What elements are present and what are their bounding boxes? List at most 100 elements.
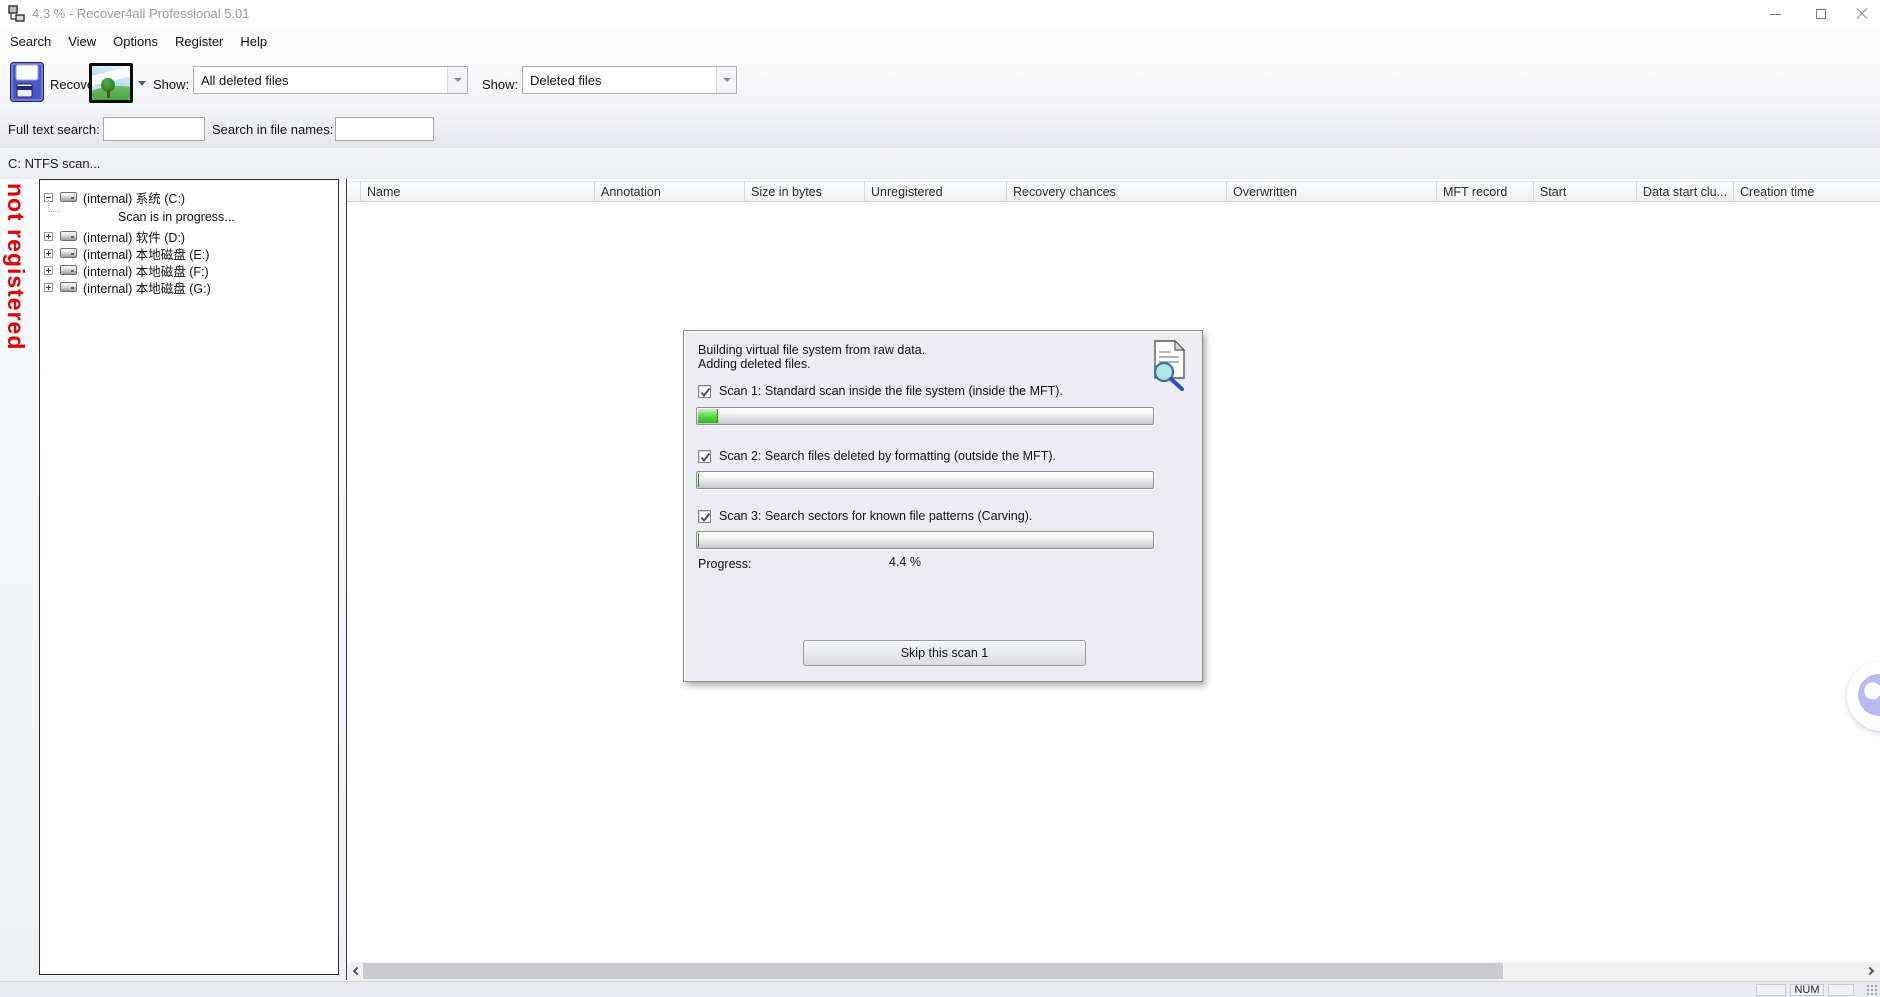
- status-panel: [1756, 984, 1786, 996]
- scan1-checkbox[interactable]: [698, 385, 711, 398]
- scan3-checkbox[interactable]: [698, 510, 711, 523]
- tree-item-scan-progress: Scan is in progress...: [118, 210, 235, 224]
- menu-view[interactable]: View: [68, 34, 96, 49]
- column-header-unregistered[interactable]: Unregistered: [865, 182, 1007, 201]
- column-header-mft-record[interactable]: MFT record: [1437, 182, 1534, 201]
- fulltext-search-input[interactable]: [103, 117, 205, 141]
- column-header-size[interactable]: Size in bytes: [745, 182, 865, 201]
- maximize-icon: [1816, 9, 1826, 19]
- num-lock-indicator: NUM: [1790, 984, 1824, 996]
- column-header-name[interactable]: Name: [361, 182, 595, 201]
- scan1-progress-fill: [698, 409, 718, 423]
- expand-icon[interactable]: [44, 266, 53, 275]
- app-icon: [8, 5, 26, 22]
- tree-item-drive-e[interactable]: (internal) 本地磁盘 (E:): [40, 244, 209, 262]
- scan3-label: Scan 3: Search sectors for known file pa…: [719, 509, 1032, 523]
- scan1-label: Scan 1: Standard scan inside the file sy…: [719, 384, 1063, 398]
- picture-tree-trunk: [107, 90, 110, 98]
- dialog-message-line2: Adding deleted files.: [698, 357, 811, 371]
- show-filter-dropdown-button[interactable]: [447, 67, 467, 93]
- expand-icon[interactable]: [44, 249, 53, 258]
- scan-progress-dialog: Building virtual file system from raw da…: [683, 330, 1203, 682]
- scan-status-text: C: NTFS scan...: [8, 156, 100, 171]
- show-type-label: Show:: [482, 77, 518, 92]
- column-header-creation-time[interactable]: Creation time: [1734, 182, 1880, 201]
- drive-icon: [60, 231, 77, 241]
- scan2-progress-bar: [696, 471, 1154, 489]
- menu-options[interactable]: Options: [113, 34, 158, 49]
- tree-item-drive-d[interactable]: (internal) 软件 (D:): [40, 227, 185, 245]
- minimize-icon: [1770, 14, 1781, 15]
- column-header-recovery-chances[interactable]: Recovery chances: [1007, 182, 1227, 201]
- column-header-select[interactable]: [347, 182, 361, 201]
- check-icon: [700, 387, 711, 398]
- status-bar: NUM: [0, 981, 1880, 997]
- column-header-annotation[interactable]: Annotation: [595, 182, 745, 201]
- filenames-search-input[interactable]: [335, 117, 434, 141]
- file-table-header: Name Annotation Size in bytes Unregister…: [347, 181, 1880, 202]
- skip-scan-button[interactable]: Skip this scan 1: [803, 640, 1086, 666]
- menu-search[interactable]: Search: [10, 34, 51, 49]
- column-header-overwritten[interactable]: Overwritten: [1227, 182, 1437, 201]
- check-icon: [700, 512, 711, 523]
- fulltext-search-label: Full text search:: [8, 122, 100, 137]
- check-icon: [700, 452, 711, 463]
- drive-icon: [60, 248, 77, 258]
- show-type-combobox[interactable]: Deleted files: [522, 66, 737, 94]
- column-header-data-start-cluster[interactable]: Data start clu...: [1637, 182, 1734, 201]
- filenames-search-label: Search in file names:: [212, 122, 333, 137]
- scan1-progress-bar: [696, 407, 1154, 425]
- chevron-down-icon: [723, 78, 731, 82]
- maximize-button[interactable]: [1798, 0, 1844, 28]
- tree-connector: [48, 200, 60, 212]
- recover-button[interactable]: [10, 62, 44, 102]
- tree-item-drive-c[interactable]: (internal) 系统 (C:): [40, 188, 185, 206]
- resize-grip[interactable]: [1866, 984, 1878, 996]
- drive-icon: [60, 265, 77, 275]
- scan-status-band: C: NTFS scan...: [0, 148, 1880, 179]
- show-filter-label: Show:: [153, 77, 189, 92]
- chevron-left-icon: [353, 967, 361, 975]
- menu-register[interactable]: Register: [175, 34, 223, 49]
- tree-item-label: (internal) 本地磁盘 (G:): [83, 278, 211, 297]
- dialog-message-line1: Building virtual file system from raw da…: [698, 343, 925, 357]
- not-registered-notice: not registered: [2, 183, 29, 350]
- chevron-down-icon: [454, 78, 462, 82]
- scrollbar-thumb[interactable]: [363, 963, 1503, 979]
- expand-icon[interactable]: [44, 232, 53, 241]
- close-button[interactable]: [1844, 0, 1880, 28]
- file-search-icon: [1151, 339, 1191, 391]
- scan3-row: Scan 3: Search sectors for known file pa…: [698, 509, 1032, 523]
- scan3-progress-fill: [698, 533, 699, 547]
- edge-floating-widget-icon: [1858, 674, 1880, 716]
- menu-help[interactable]: Help: [240, 34, 267, 49]
- progress-value: 4.4 %: [889, 555, 921, 569]
- drive-icon: [60, 282, 77, 292]
- show-type-dropdown-button[interactable]: [716, 67, 736, 93]
- status-panel: [1828, 984, 1854, 996]
- chevron-right-icon: [1866, 967, 1874, 975]
- title-bar: 4.3 % - Recover4all Professional 5.01: [0, 0, 1880, 28]
- drive-tree-panel: (internal) 系统 (C:) Scan is in progress..…: [39, 179, 339, 975]
- show-filter-value: All deleted files: [194, 73, 447, 88]
- app-window: 4.3 % - Recover4all Professional 5.01 Se…: [0, 0, 1880, 997]
- scan3-progress-bar: [696, 531, 1154, 549]
- scan2-checkbox[interactable]: [698, 450, 711, 463]
- tree-item-drive-f[interactable]: (internal) 本地磁盘 (F:): [40, 261, 209, 279]
- tree-item-drive-g[interactable]: (internal) 本地磁盘 (G:): [40, 278, 211, 296]
- expand-icon[interactable]: [44, 283, 53, 292]
- minimize-button[interactable]: [1752, 0, 1798, 28]
- scroll-right-button[interactable]: [1862, 962, 1880, 980]
- tree-item-label: (internal) 系统 (C:): [83, 188, 185, 207]
- progress-label: Progress:: [698, 557, 752, 571]
- column-header-start[interactable]: Start: [1534, 182, 1637, 201]
- scan2-row: Scan 2: Search files deleted by formatti…: [698, 449, 1056, 463]
- picture-view-button[interactable]: [89, 63, 133, 103]
- close-icon: [1856, 8, 1868, 20]
- horizontal-scrollbar[interactable]: [347, 962, 1880, 980]
- picture-dropdown-caret-icon[interactable]: [138, 81, 146, 86]
- scan2-progress-fill: [698, 473, 699, 487]
- show-filter-combobox[interactable]: All deleted files: [193, 66, 468, 94]
- scan2-label: Scan 2: Search files deleted by formatti…: [719, 449, 1056, 463]
- show-type-value: Deleted files: [523, 73, 716, 88]
